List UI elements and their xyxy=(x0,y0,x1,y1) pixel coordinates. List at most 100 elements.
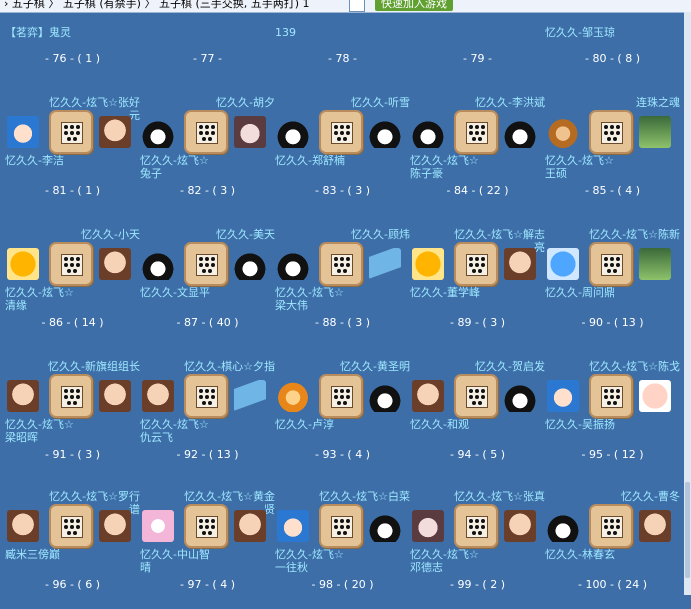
quick-join-button[interactable]: 快速加入游戏 xyxy=(375,0,453,11)
player-avatar-right[interactable] xyxy=(504,380,536,412)
gomoku-board-icon[interactable] xyxy=(319,110,363,154)
player-avatar-right[interactable] xyxy=(369,510,401,542)
player-name-bottom[interactable]: 忆久久-李洁 xyxy=(5,154,83,167)
game-table[interactable]: 忆久久-李洪斌 忆久久-炫飞☆陈子豪 - 84 - ( 22 ) xyxy=(410,96,545,215)
player-avatar-left[interactable] xyxy=(142,380,174,412)
player-avatar-right[interactable] xyxy=(99,510,131,542)
player-avatar-left[interactable] xyxy=(142,248,174,280)
player-name-bottom[interactable]: 忆久久-炫飞☆仇云飞 xyxy=(140,418,218,444)
game-table[interactable]: 忆久久-棋心☆夕指 忆久久-炫飞☆仇云飞 - 92 - ( 13 ) xyxy=(140,360,275,479)
player-name-top[interactable]: 忆久久-小天 xyxy=(45,228,140,241)
game-table[interactable]: 忆久久-美天 忆久久-文显平 - 87 - ( 40 ) xyxy=(140,228,275,347)
player-avatar-left[interactable] xyxy=(547,116,579,148)
player-name-top[interactable]: 忆久久-李洪斌 xyxy=(450,96,545,109)
game-table[interactable]: 139 - 78 - xyxy=(275,12,410,72)
player-avatar-right[interactable] xyxy=(234,248,266,280)
player-name-top[interactable]: 忆久久-听雪 xyxy=(315,96,410,109)
game-table[interactable]: 忆久久-听雪 忆久久-郑舒楠 - 83 - ( 3 ) xyxy=(275,96,410,215)
player-avatar-left[interactable] xyxy=(7,380,39,412)
gomoku-board-icon[interactable] xyxy=(589,504,633,548)
game-table[interactable]: 忆久久-炫飞☆黄金贤 忆久久-中山智晴 - 97 - ( 4 ) xyxy=(140,490,275,609)
gomoku-board-icon[interactable] xyxy=(49,110,93,154)
game-table[interactable]: 忆久久-小天 忆久久-炫飞☆清缘 - 86 - ( 14 ) xyxy=(5,228,140,347)
game-table[interactable]: 忆久久-炫飞☆罗行谱 臧米三傍巅 - 96 - ( 6 ) xyxy=(5,490,140,609)
player-name-bottom[interactable]: 忆久久-林春玄 xyxy=(545,548,623,561)
gomoku-board-icon[interactable] xyxy=(49,242,93,286)
player-name-bottom[interactable]: 臧米三傍巅 xyxy=(5,548,83,561)
player-name-top[interactable]: 忆久久-炫飞☆张真 xyxy=(450,490,545,503)
player-name-bottom[interactable]: 忆久久-文显平 xyxy=(140,286,218,299)
game-table[interactable]: 忆久久-炫飞☆解志亮 忆久久-董学峰 - 89 - ( 3 ) xyxy=(410,228,545,347)
gomoku-board-icon[interactable] xyxy=(184,504,228,548)
game-table[interactable]: 忆久久-胡夕 忆久久-炫飞☆兔子 - 82 - ( 3 ) xyxy=(140,96,275,215)
player-avatar-right[interactable] xyxy=(99,380,131,412)
gomoku-board-icon[interactable] xyxy=(589,110,633,154)
player-avatar-left[interactable] xyxy=(277,380,309,412)
player-avatar-left[interactable] xyxy=(142,510,174,542)
player-name-bottom[interactable]: 忆久久-周问鼎 xyxy=(545,286,623,299)
game-table[interactable]: - 77 - xyxy=(140,12,275,72)
player-avatar-left[interactable] xyxy=(7,248,39,280)
player-avatar-right[interactable] xyxy=(369,116,401,148)
gomoku-board-icon[interactable] xyxy=(319,504,363,548)
player-avatar-left[interactable] xyxy=(277,116,309,148)
player-avatar-left[interactable] xyxy=(142,116,174,148)
player-avatar-right[interactable] xyxy=(99,248,131,280)
game-table[interactable]: 忆久久-炫飞☆张好元 忆久久-李洁 - 81 - ( 1 ) xyxy=(5,96,140,215)
player-name-bottom[interactable]: 忆久久-和观 xyxy=(410,418,488,431)
player-name-top[interactable]: 忆久久-棋心☆夕指 xyxy=(180,360,275,373)
game-table[interactable]: 忆久久-曹冬 忆久久-林春玄 - 100 - ( 24 ) xyxy=(545,490,680,609)
player-avatar-left[interactable] xyxy=(7,510,39,542)
game-table[interactable]: 忆久久-贺启发 忆久久-和观 - 94 - ( 5 ) xyxy=(410,360,545,479)
player-avatar-right[interactable] xyxy=(234,380,266,412)
player-name-top[interactable]: 忆久久-炫飞☆陈戈 xyxy=(585,360,680,373)
gomoku-board-icon[interactable] xyxy=(319,374,363,418)
gomoku-board-icon[interactable] xyxy=(319,242,363,286)
gomoku-board-icon[interactable] xyxy=(49,504,93,548)
game-table[interactable]: - 79 - xyxy=(410,12,545,72)
game-table[interactable]: 忆久久-黄圣明 忆久久-卢淳 - 93 - ( 4 ) xyxy=(275,360,410,479)
game-table[interactable]: 忆久久-邹玉琼 - 80 - ( 8 ) xyxy=(545,12,680,72)
player-avatar-left[interactable] xyxy=(277,248,309,280)
player-avatar-right[interactable] xyxy=(99,116,131,148)
game-table[interactable]: 忆久久-新旗组组长 忆久久-炫飞☆梁昭晖 - 91 - ( 3 ) xyxy=(5,360,140,479)
gomoku-board-icon[interactable] xyxy=(184,110,228,154)
gomoku-board-icon[interactable] xyxy=(454,110,498,154)
player-avatar-left[interactable] xyxy=(412,380,444,412)
gomoku-board-icon[interactable] xyxy=(49,374,93,418)
player-name-top[interactable]: 139 xyxy=(275,26,296,39)
player-avatar-left[interactable] xyxy=(547,248,579,280)
gomoku-board-icon[interactable] xyxy=(454,242,498,286)
player-name-bottom[interactable]: 忆久久-炫飞☆梁大伟 xyxy=(275,286,353,312)
player-name-bottom[interactable]: 忆久久-吴振扬 xyxy=(545,418,623,431)
player-avatar-left[interactable] xyxy=(412,116,444,148)
gomoku-board-icon[interactable] xyxy=(184,374,228,418)
player-avatar-left[interactable] xyxy=(277,510,309,542)
player-name-bottom[interactable]: 忆久久-董学峰 xyxy=(410,286,488,299)
player-avatar-right[interactable] xyxy=(504,510,536,542)
player-name-top[interactable]: 连珠之魂 xyxy=(585,96,680,109)
player-name-top[interactable]: 忆久久-曹冬 xyxy=(585,490,680,503)
player-avatar-right[interactable] xyxy=(639,380,671,412)
player-name-bottom[interactable]: 忆久久-郑舒楠 xyxy=(275,154,353,167)
player-name-bottom[interactable]: 忆久久-炫飞☆兔子 xyxy=(140,154,218,180)
gomoku-board-icon[interactable] xyxy=(589,242,633,286)
player-name-bottom[interactable]: 忆久久-炫飞☆一往秋 xyxy=(275,548,353,574)
player-avatar-right[interactable] xyxy=(639,248,671,280)
player-avatar-left[interactable] xyxy=(412,248,444,280)
player-name-top[interactable]: 忆久久-邹玉琼 xyxy=(545,26,615,39)
gomoku-board-icon[interactable] xyxy=(589,374,633,418)
player-name-bottom[interactable]: 忆久久-卢淳 xyxy=(275,418,353,431)
player-avatar-right[interactable] xyxy=(639,510,671,542)
player-avatar-left[interactable] xyxy=(547,380,579,412)
player-name-top[interactable]: 忆久久-新旗组组长 xyxy=(45,360,140,373)
player-avatar-right[interactable] xyxy=(369,380,401,412)
game-table[interactable]: 忆久久-炫飞☆陈戈 忆久久-吴振扬 - 95 - ( 12 ) xyxy=(545,360,680,479)
game-table[interactable]: 连珠之魂 忆久久-炫飞☆王硕 - 85 - ( 4 ) xyxy=(545,96,680,215)
player-avatar-right[interactable] xyxy=(234,116,266,148)
game-table[interactable]: 【茗弈】鬼灵 - 76 - ( 1 ) xyxy=(5,12,140,72)
player-name-top[interactable]: 忆久久-美天 xyxy=(180,228,275,241)
list-view-icon[interactable] xyxy=(349,0,365,12)
breadcrumb[interactable]: › 五子棋 〉 五子棋 (有禁手) 〉 五子棋 (三手交换, 五手两打) 1 xyxy=(4,0,310,10)
player-avatar-right[interactable] xyxy=(234,510,266,542)
